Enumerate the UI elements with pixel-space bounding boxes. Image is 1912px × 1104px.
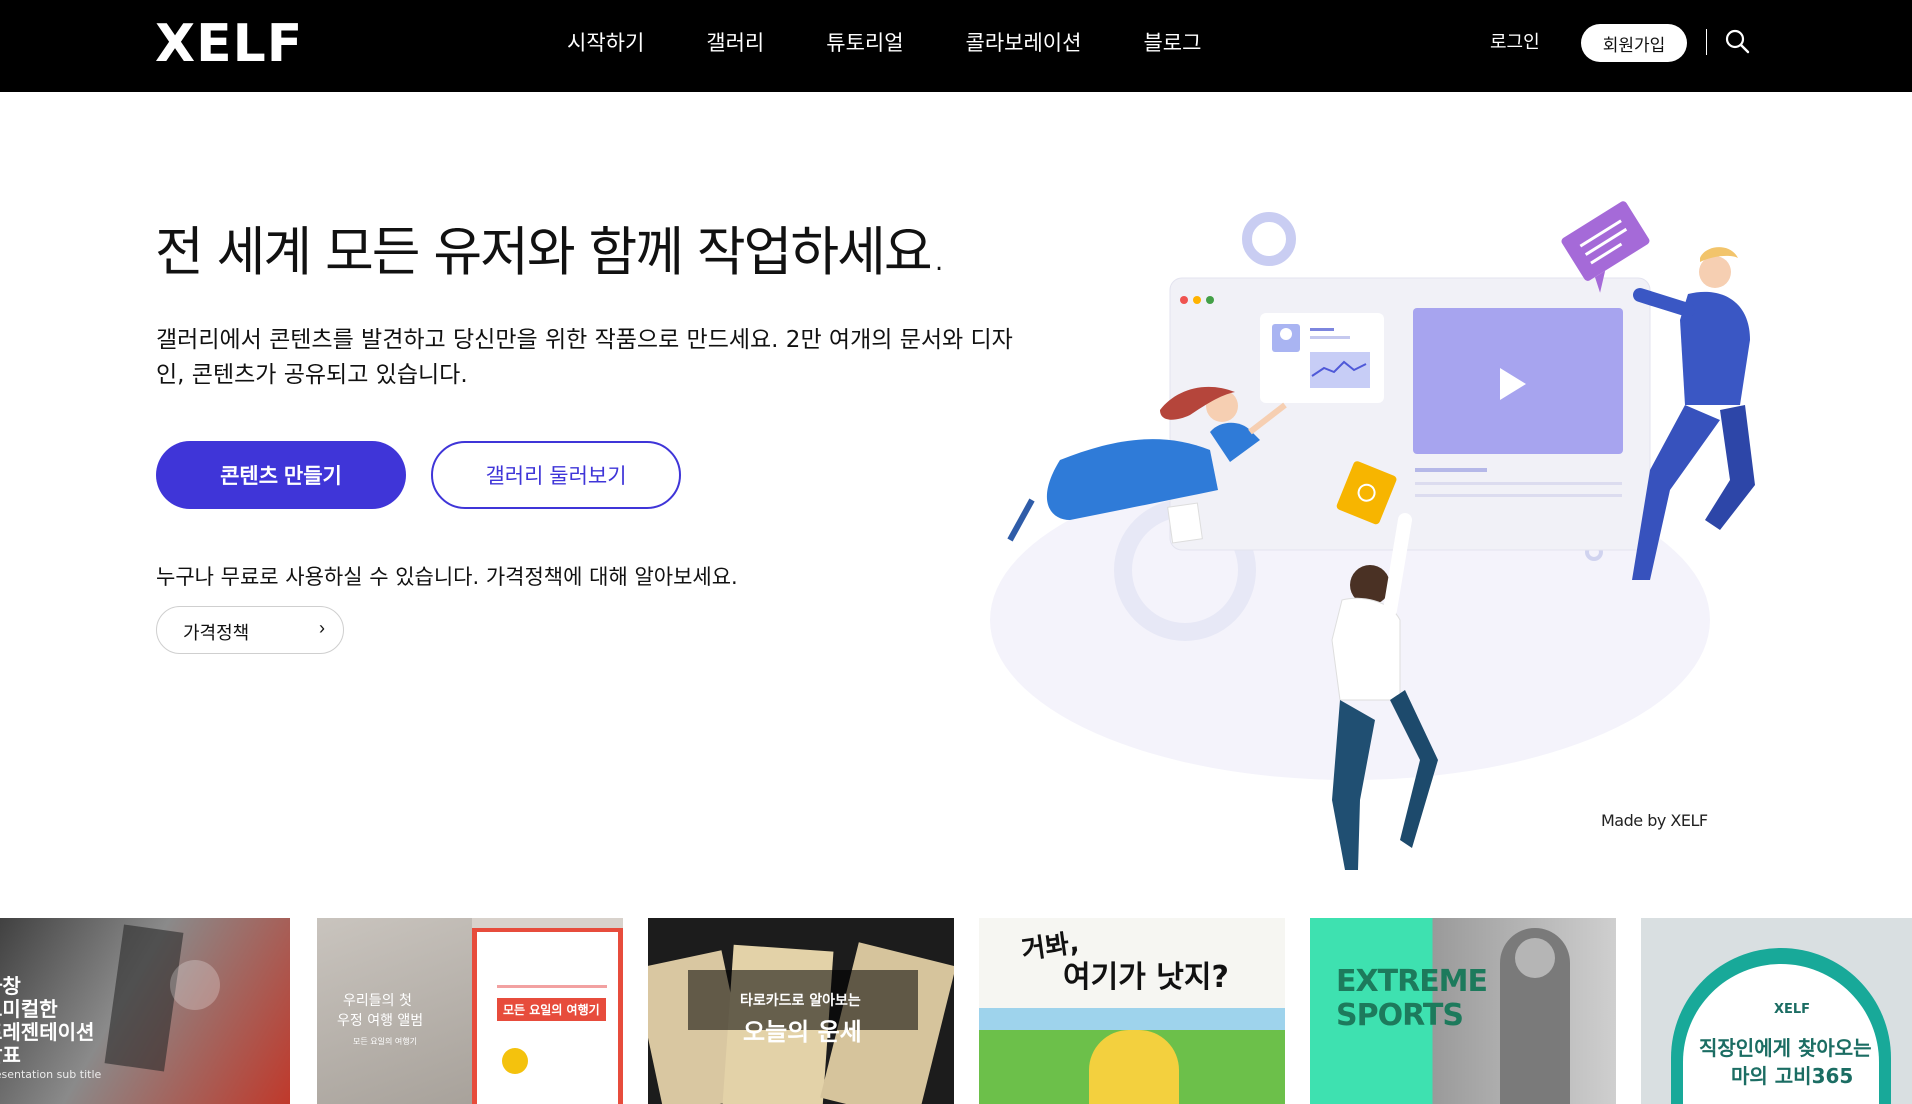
header-divider <box>1706 29 1707 55</box>
xelf-logo[interactable]: XELF <box>155 14 303 74</box>
nav-gallery[interactable]: 갤러리 <box>706 27 764 57</box>
card-title-line: 우리들의 첫 <box>343 993 412 1009</box>
nav-blog[interactable]: 블로그 <box>1143 27 1201 57</box>
gallery-carousel: 차창 드미컬한 프레젠테이션 발표 Presentation sub title… <box>0 918 1912 1104</box>
browse-gallery-button[interactable]: 갤러리 둘러보기 <box>431 441 681 509</box>
create-content-button[interactable]: 콘텐츠 만들기 <box>156 441 406 509</box>
pricing-button[interactable]: 가격정책 › <box>156 606 344 654</box>
card-title: 오늘의 운세 <box>743 1018 862 1046</box>
top-navigation-bar: XELF 시작하기 갤러리 튜토리얼 콜라보레이션 블로그 로그인 회원가입 <box>0 0 1912 92</box>
card-title-line: 마의 고비365 <box>1731 1064 1854 1088</box>
hero-illustration <box>960 200 1820 900</box>
card-badge: 모든 요일의 여행기 <box>497 998 606 1021</box>
chevron-right-icon: › <box>319 618 325 638</box>
card-brand: XELF <box>1774 1002 1811 1017</box>
card-small-text: 타로카드로 알아보는 <box>740 993 861 1009</box>
search-icon[interactable] <box>1723 27 1753 57</box>
gallery-card-tarot[interactable]: 타로카드로 알아보는 오늘의 운세 <box>648 918 954 1104</box>
card-subtitle: Presentation sub title <box>0 1068 102 1081</box>
card-title-line: EXTREME <box>1336 964 1488 999</box>
card-title-line: 발표 <box>0 1043 21 1067</box>
signup-button[interactable]: 회원가입 <box>1581 24 1687 62</box>
nav-collaboration[interactable]: 콜라보레이션 <box>966 27 1082 57</box>
hero-title: 전 세계 모든 유저와 함께 작업하세요. <box>155 222 947 283</box>
nav-tutorial[interactable]: 튜토리얼 <box>826 27 903 57</box>
card-title-line: 여기가 낫지? <box>1063 960 1229 995</box>
card-title-line: 우정 여행 앨범 <box>337 1013 424 1029</box>
main-nav: 시작하기 갤러리 튜토리얼 콜라보레이션 블로그 <box>567 0 1263 84</box>
hero-description: 갤러리에서 콘텐츠를 발견하고 당신만을 위한 작품으로 만드세요. 2만 여개… <box>156 327 1013 388</box>
card-title-line: SPORTS <box>1336 998 1464 1033</box>
gallery-card-presentation[interactable]: 차창 드미컬한 프레젠테이션 발표 Presentation sub title <box>0 918 290 1104</box>
gallery-card-extreme-sports[interactable]: EXTREME SPORTS <box>1310 918 1616 1104</box>
gallery-card-office-worker[interactable]: XELF 직장인에게 찾아오는 마의 고비365 <box>1641 918 1912 1104</box>
gallery-card-cartoon[interactable]: 거봐, 여기가 낫지? <box>979 918 1285 1104</box>
card-small-text: 모든 요일의 여행기 <box>353 1037 417 1046</box>
made-by-credit: Made by XELF <box>1601 811 1708 830</box>
login-link[interactable]: 로그인 <box>1490 28 1540 54</box>
card-title-line: 직장인에게 찾아오는 <box>1699 1036 1872 1060</box>
gallery-card-travel-album[interactable]: 우리들의 첫 우정 여행 앨범 모든 요일의 여행기 모든 요일의 여행기 <box>317 918 623 1104</box>
nav-getting-started[interactable]: 시작하기 <box>567 27 644 57</box>
pricing-button-label: 가격정책 <box>183 623 250 643</box>
free-usage-text: 누구나 무료로 사용하실 수 있습니다. 가격정책에 대해 알아보세요. <box>156 565 738 589</box>
